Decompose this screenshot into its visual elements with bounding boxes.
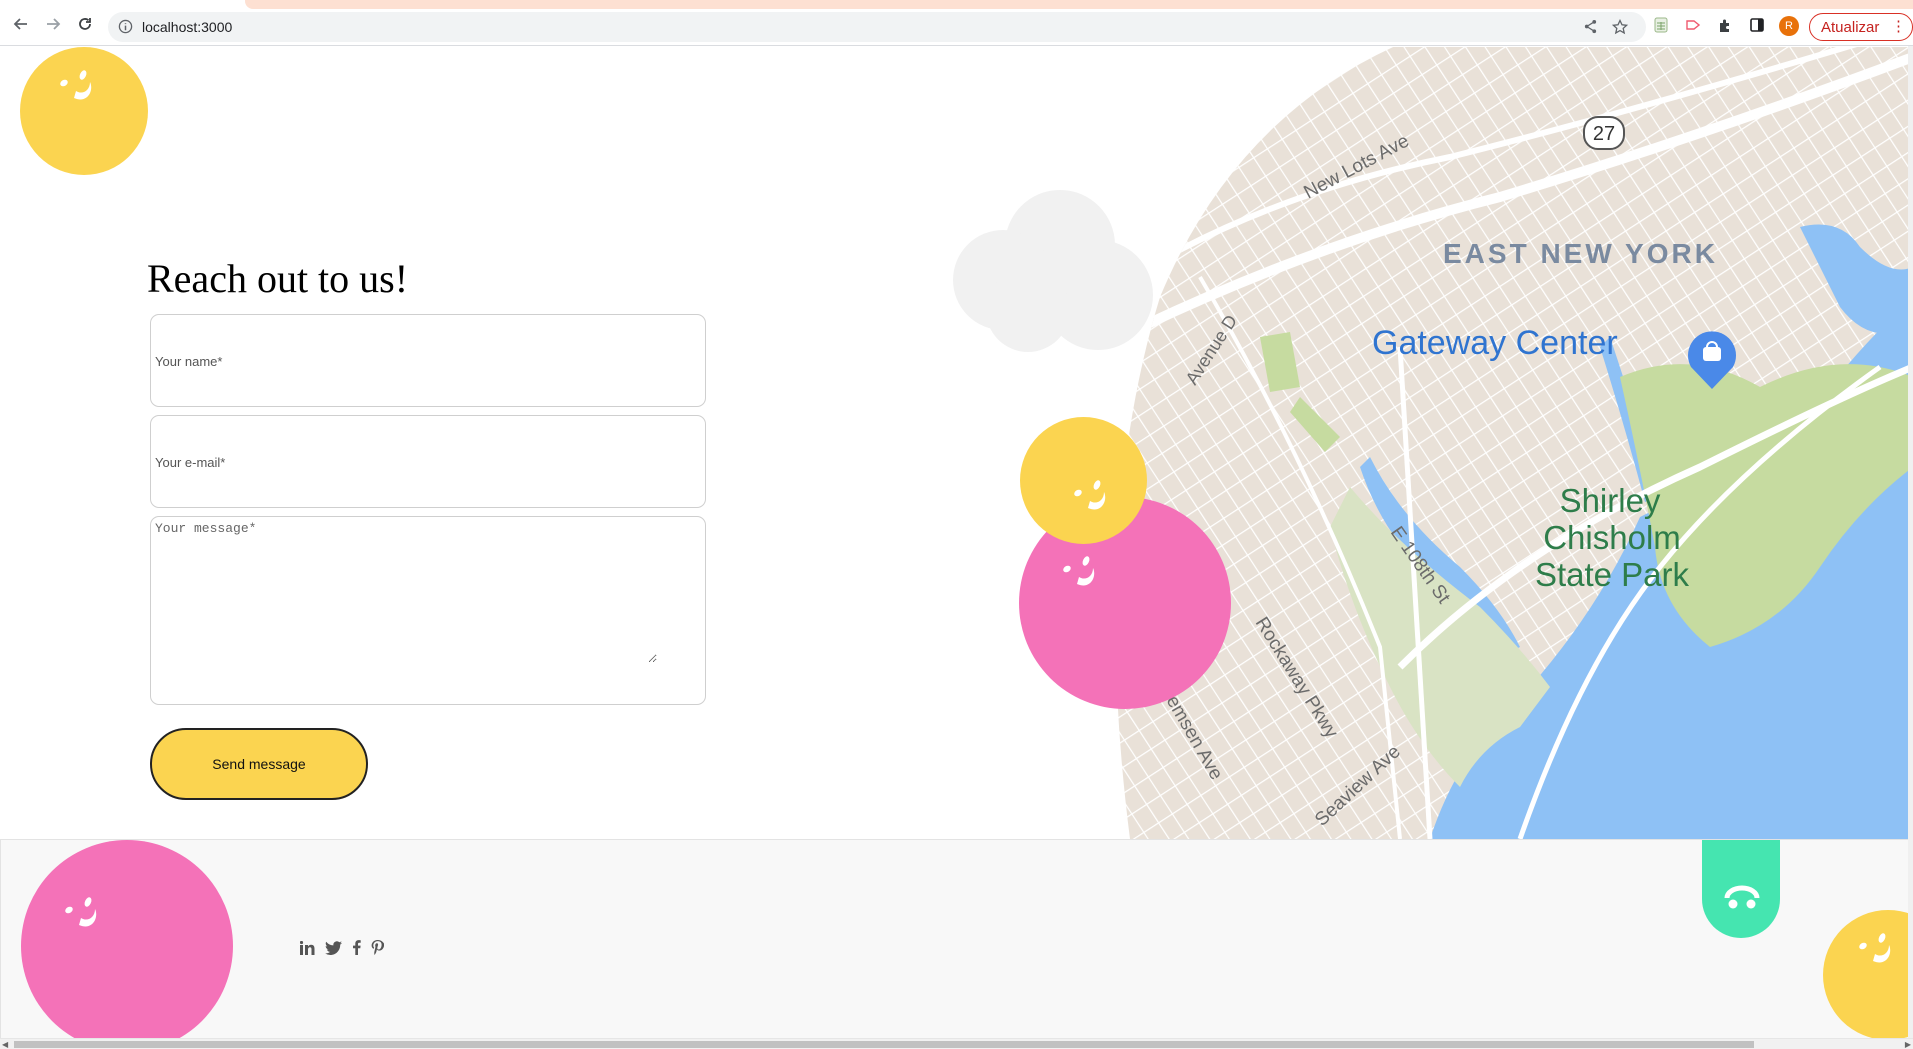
- reload-button[interactable]: [75, 14, 95, 34]
- svg-text:State Park: State Park: [1535, 556, 1690, 593]
- location-map[interactable]: 27 New Lots Ave EAST NEW YORK Gateway Ce…: [1100, 47, 1913, 839]
- more-menu-icon[interactable]: ⋮: [1891, 17, 1906, 35]
- side-panel-icon[interactable]: [1748, 16, 1766, 34]
- map-graphic: 27 New Lots Ave EAST NEW YORK Gateway Ce…: [1100, 47, 1913, 839]
- facebook-icon[interactable]: [352, 940, 361, 955]
- green-smiley-tab: [1702, 840, 1780, 938]
- update-browser-button[interactable]: Atualizar ⋮: [1809, 13, 1913, 41]
- linkedin-icon[interactable]: [300, 940, 315, 955]
- horizontal-scrollbar[interactable]: ◀ ▶: [0, 1038, 1913, 1049]
- site-footer: [0, 839, 1908, 1038]
- page-title: Reach out to us!: [147, 256, 409, 301]
- update-button-label: Atualizar: [1821, 18, 1880, 36]
- scroll-right-icon[interactable]: ▶: [1905, 1040, 1911, 1049]
- scrollbar-thumb[interactable]: [14, 1041, 1754, 1048]
- smiley-face-icon: [1859, 933, 1891, 963]
- arrow-right-icon: [47, 18, 61, 30]
- yellow-smiley-blob: [1823, 910, 1908, 1038]
- email-field[interactable]: [150, 415, 706, 509]
- smiley-face-icon: [1063, 556, 1095, 586]
- name-input[interactable]: [153, 315, 697, 408]
- pink-smiley-blob: [21, 840, 233, 1038]
- browser-toolbar: localhost:3000 R Atualizar ⋮: [0, 0, 1913, 46]
- twitter-icon[interactable]: [325, 940, 342, 955]
- message-textarea[interactable]: [153, 519, 657, 663]
- vertical-scrollbar[interactable]: [1908, 46, 1913, 1038]
- site-info-icon[interactable]: [118, 19, 133, 39]
- email-input[interactable]: [153, 416, 697, 509]
- tag-extension-icon[interactable]: [1684, 16, 1702, 34]
- svg-text:Shirley: Shirley: [1560, 482, 1661, 519]
- message-field[interactable]: [150, 516, 706, 705]
- profile-avatar[interactable]: R: [1779, 16, 1799, 36]
- pinterest-icon[interactable]: [371, 940, 384, 955]
- scroll-left-icon[interactable]: ◀: [2, 1040, 8, 1049]
- back-button[interactable]: [11, 14, 31, 34]
- smiley-face-icon: [65, 897, 97, 927]
- smiley-face-icon: [60, 70, 92, 100]
- social-links: [300, 940, 384, 955]
- svg-text:Chisholm: Chisholm: [1543, 519, 1681, 556]
- tab-strip-accent: [245, 0, 1913, 9]
- yellow-smiley-blob: [1020, 417, 1147, 544]
- address-bar[interactable]: localhost:3000: [108, 12, 1646, 42]
- name-field[interactable]: [150, 314, 706, 408]
- svg-text:EAST NEW YORK: EAST NEW YORK: [1443, 238, 1718, 269]
- yellow-smiley-blob: [20, 47, 148, 175]
- smiley-face-icon: [1074, 480, 1106, 510]
- send-message-button[interactable]: Send message: [150, 728, 368, 800]
- forward-button[interactable]: [43, 14, 63, 34]
- svg-text:Gateway Center: Gateway Center: [1372, 324, 1618, 362]
- svg-text:27: 27: [1593, 123, 1615, 145]
- bookmark-star-icon[interactable]: [1611, 18, 1629, 40]
- share-icon[interactable]: [1583, 19, 1598, 39]
- reload-icon: [79, 18, 91, 30]
- sheets-extension-icon[interactable]: [1652, 16, 1670, 34]
- puzzle-extensions-icon[interactable]: [1716, 16, 1734, 34]
- arrow-left-icon: [13, 18, 27, 30]
- sleepy-face-icon: [1724, 885, 1760, 909]
- url-text: localhost:3000: [142, 19, 233, 35]
